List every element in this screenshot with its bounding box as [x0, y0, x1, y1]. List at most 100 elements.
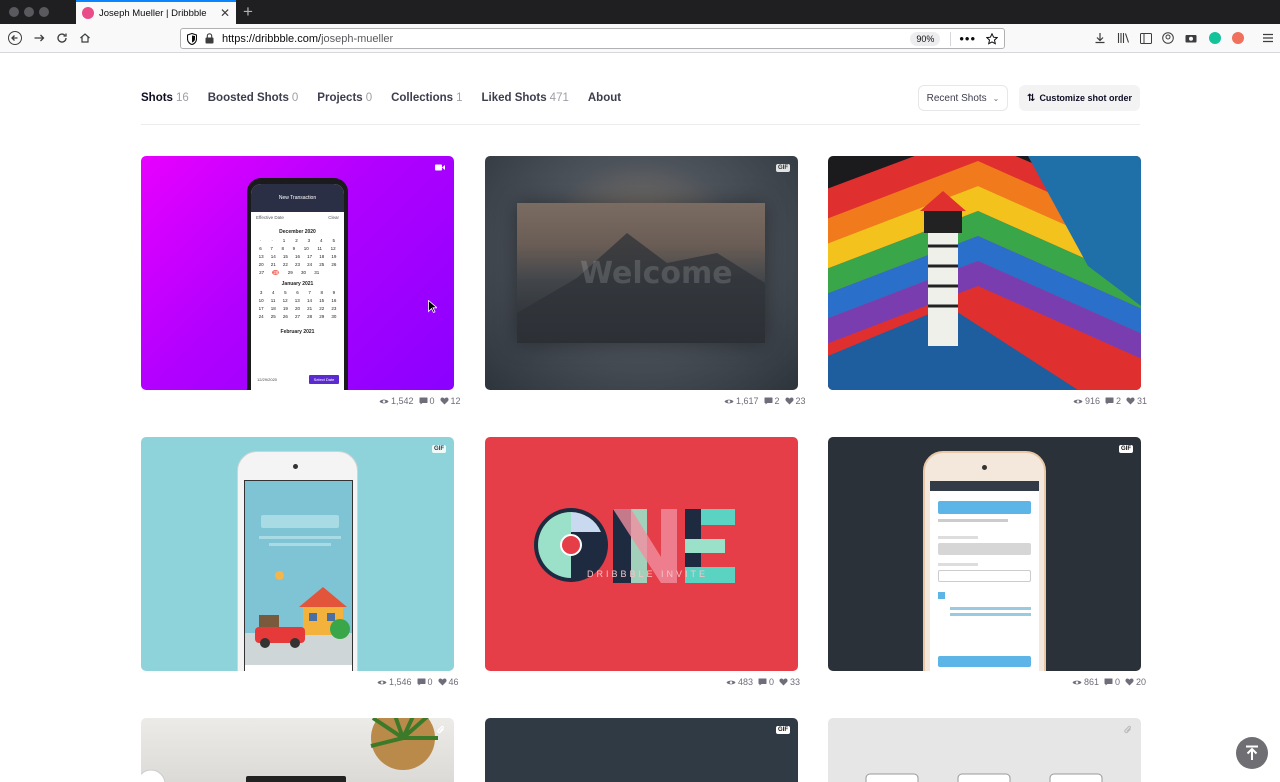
screenshot-icon[interactable]: [1182, 29, 1200, 47]
embroidered-patch-art: [828, 156, 1141, 390]
calendar-week: 13 14 15 16 17 18 19: [258, 254, 337, 259]
heart-icon: [1125, 678, 1134, 686]
home-icon[interactable]: [76, 29, 94, 47]
tab-collections[interactable]: Collections 1: [391, 92, 462, 104]
customize-shot-order-button[interactable]: ⇅ Customize shot order: [1019, 85, 1140, 111]
shot-card-5[interactable]: DRIBBBLE INVITE: [485, 437, 798, 671]
likes-stat[interactable]: 23: [784, 396, 806, 406]
account-icon[interactable]: [1159, 29, 1177, 47]
scroll-to-top-button[interactable]: [1236, 737, 1268, 769]
likes-stat[interactable]: 46: [437, 677, 459, 687]
tab-close-icon[interactable]: ✕: [220, 7, 230, 19]
tab-boosted-count: 0: [291, 92, 299, 104]
comments-count: 2: [774, 396, 780, 406]
welcome-text: Welcome: [580, 256, 733, 291]
views-count: 916: [1085, 396, 1101, 406]
sidebar-icon[interactable]: [1137, 29, 1155, 47]
customize-label: Customize shot order: [1039, 93, 1132, 103]
phone-screen: [930, 481, 1039, 671]
calendar-week: · · 1 2 3 4 5: [259, 238, 335, 243]
browser-tab-active[interactable]: Joseph Mueller | Dribbble ✕: [76, 0, 236, 24]
minimize-window-button[interactable]: [24, 7, 34, 17]
extension-icon[interactable]: [1229, 29, 1247, 47]
shot-card-8[interactable]: GIF: [485, 718, 798, 782]
library-icon[interactable]: [1114, 29, 1132, 47]
gif-badge: GIF: [776, 164, 790, 172]
reload-icon[interactable]: [53, 29, 71, 47]
tracking-shield-icon[interactable]: [187, 32, 197, 45]
calendar-week: 20 21 22 23 24 25 26: [258, 262, 337, 267]
zoom-level-button[interactable]: 90%: [910, 31, 941, 46]
forward-icon[interactable]: [30, 29, 48, 47]
comment-icon: [758, 678, 767, 686]
views-count: 1,542: [391, 396, 414, 406]
eye-icon: [379, 399, 389, 403]
tab-collections-count: 1: [456, 92, 463, 104]
address-bar[interactable]: https://dribbble.com/joseph-mueller 90% …: [180, 28, 1005, 49]
likes-count: 33: [790, 677, 801, 687]
likes-stat[interactable]: 31: [1126, 396, 1147, 406]
tab-title: Joseph Mueller | Dribbble: [99, 7, 207, 19]
browser-nav-bar: https://dribbble.com/joseph-mueller 90% …: [0, 24, 1280, 53]
likes-stat[interactable]: 33: [779, 677, 800, 687]
likes-stat[interactable]: 12: [439, 396, 461, 406]
lock-icon[interactable]: [205, 33, 214, 44]
maximize-window-button[interactable]: [39, 7, 49, 17]
bookmark-star-icon[interactable]: [986, 32, 998, 45]
shot-card-9[interactable]: [828, 718, 1141, 782]
tab-shots[interactable]: Shots 16: [141, 92, 189, 104]
phone-screen: [244, 480, 353, 671]
tab-liked-count: 471: [549, 92, 569, 104]
heart-icon: [1126, 397, 1135, 405]
comment-icon: [417, 678, 426, 686]
tab-projects-count: 0: [365, 92, 373, 104]
calendar-week: 6 7 8 9 10 11 12: [259, 246, 336, 251]
shot-card-6[interactable]: GIF: [828, 437, 1141, 671]
tab-liked-shots[interactable]: Liked Shots 471: [481, 92, 568, 104]
comments-stat: 2: [1105, 396, 1121, 406]
shot-card-1[interactable]: New Transaction Effective Date Clear Dec…: [141, 156, 454, 390]
select-date-button: Select Date: [309, 375, 339, 384]
heart-icon: [437, 678, 447, 686]
views-stat: 1,617: [724, 396, 759, 406]
eye-icon: [377, 680, 387, 684]
likes-count: 31: [1137, 396, 1148, 406]
tab-about[interactable]: About: [588, 92, 621, 104]
grammarly-extension-icon[interactable]: [1206, 29, 1224, 47]
shot-stats-5: 483 0 33: [721, 675, 800, 689]
tab-boosted-shots[interactable]: Boosted Shots 0: [208, 92, 299, 104]
comments-count: 0: [427, 677, 433, 687]
views-stat: 916: [1073, 396, 1100, 406]
profile-tabs: Shots 16 Boosted Shots 0 Projects 0 Collect…: [141, 88, 640, 108]
new-tab-icon[interactable]: +: [243, 2, 253, 22]
comments-count: 0: [429, 396, 435, 406]
views-stat: 861: [1072, 677, 1099, 687]
page-actions-icon[interactable]: •••: [959, 31, 976, 46]
shot-card-2[interactable]: Welcome GIF: [485, 156, 798, 390]
close-window-button[interactable]: [9, 7, 19, 17]
menu-icon[interactable]: [1259, 29, 1277, 47]
phone-mockup: New Transaction Effective Date Clear Dec…: [247, 178, 348, 390]
dribbble-invite-text: DRIBBBLE INVITE: [587, 569, 709, 579]
shot-card-3[interactable]: [828, 156, 1141, 390]
comments-count: 2: [1116, 396, 1122, 406]
comments-count: 0: [769, 677, 775, 687]
comments-stat: 2: [764, 396, 780, 406]
comments-stat: 0: [419, 396, 435, 406]
selected-date-value: 12/29/2020: [257, 377, 278, 382]
sort-dropdown[interactable]: Recent Shots ⌄: [918, 85, 1008, 111]
likes-count: 20: [1136, 677, 1147, 687]
attachment-icon: [437, 725, 444, 734]
shot-card-4[interactable]: GIF: [141, 437, 454, 671]
likes-stat[interactable]: 20: [1125, 677, 1146, 687]
tab-projects[interactable]: Projects 0: [317, 92, 372, 104]
downloads-icon[interactable]: [1091, 29, 1109, 47]
likes-count: 46: [448, 677, 459, 687]
back-icon[interactable]: [6, 29, 24, 47]
mouse-cursor-icon: [428, 300, 437, 313]
shot-card-7[interactable]: [141, 718, 454, 782]
url-path: joseph-mueller: [321, 32, 394, 45]
url-separator: [950, 31, 952, 46]
tab-collections-label: Collections: [391, 92, 454, 104]
views-count: 861: [1084, 677, 1100, 687]
